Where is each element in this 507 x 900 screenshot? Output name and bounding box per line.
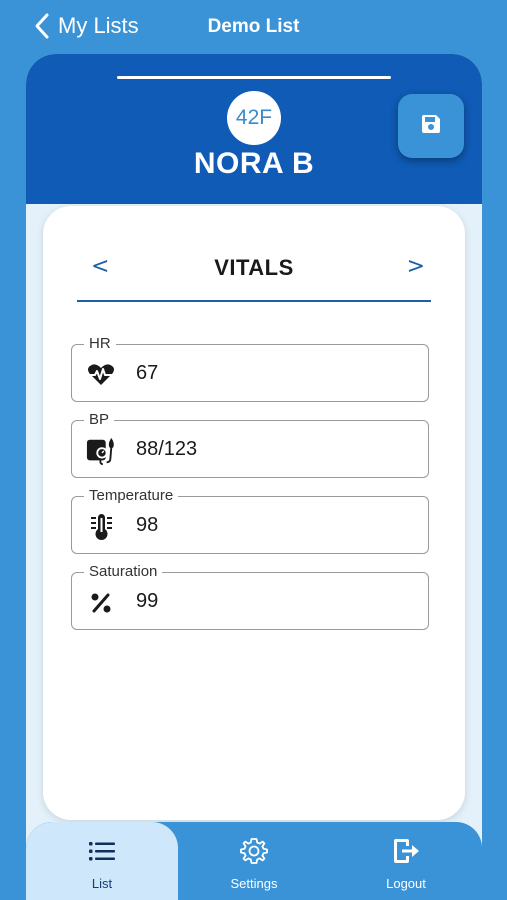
percent-icon [86, 588, 116, 618]
hr-field[interactable]: HR [71, 335, 429, 402]
top-nav-bar: My Lists Demo List [0, 0, 507, 54]
next-section-button[interactable]: > [407, 254, 425, 279]
tab-settings-label: Settings [230, 876, 278, 891]
blood-pressure-cuff-icon [86, 436, 116, 466]
hr-input[interactable] [136, 362, 406, 385]
saturation-input[interactable] [136, 590, 406, 613]
bp-input[interactable] [136, 438, 406, 461]
save-button[interactable] [398, 94, 464, 158]
tab-logout[interactable]: Logout [330, 822, 482, 900]
bp-field[interactable]: BP [71, 411, 429, 478]
thermometer-icon [86, 512, 116, 542]
section-navigator: < VITALS > [77, 248, 431, 302]
patient-header: 42F NORA B [26, 54, 482, 204]
temperature-field[interactable]: Temperature [71, 487, 429, 554]
heartbeat-icon [86, 360, 116, 390]
saturation-field[interactable]: Saturation [71, 563, 429, 630]
tab-settings[interactable]: Settings [178, 822, 330, 900]
vitals-card: < VITALS > HR BP [43, 206, 465, 820]
temperature-input[interactable] [136, 514, 406, 537]
bp-label: BP [84, 411, 115, 429]
tab-list-label: List [91, 876, 113, 891]
bottom-tab-bar: List Settings Logout [26, 822, 482, 900]
hr-label: HR [84, 335, 116, 353]
tab-logout-label: Logout [386, 876, 426, 891]
patient-panel: 42F NORA B < VITALS > HR 67 BP 88/123 Te… [26, 54, 482, 900]
drag-handle[interactable] [117, 76, 391, 79]
tab-list[interactable]: List [26, 822, 178, 900]
saturation-label: Saturation [84, 563, 163, 581]
gear-icon [240, 836, 268, 866]
age-sex-badge: 42F [227, 91, 281, 145]
list-title-text: Demo List [207, 16, 300, 37]
floppy-disk-icon [420, 113, 442, 140]
logout-icon [392, 836, 420, 866]
section-title: VITALS [214, 255, 294, 280]
temperature-label: Temperature [84, 487, 179, 505]
list-title: Demo List [0, 16, 507, 38]
list-icon [89, 836, 115, 866]
